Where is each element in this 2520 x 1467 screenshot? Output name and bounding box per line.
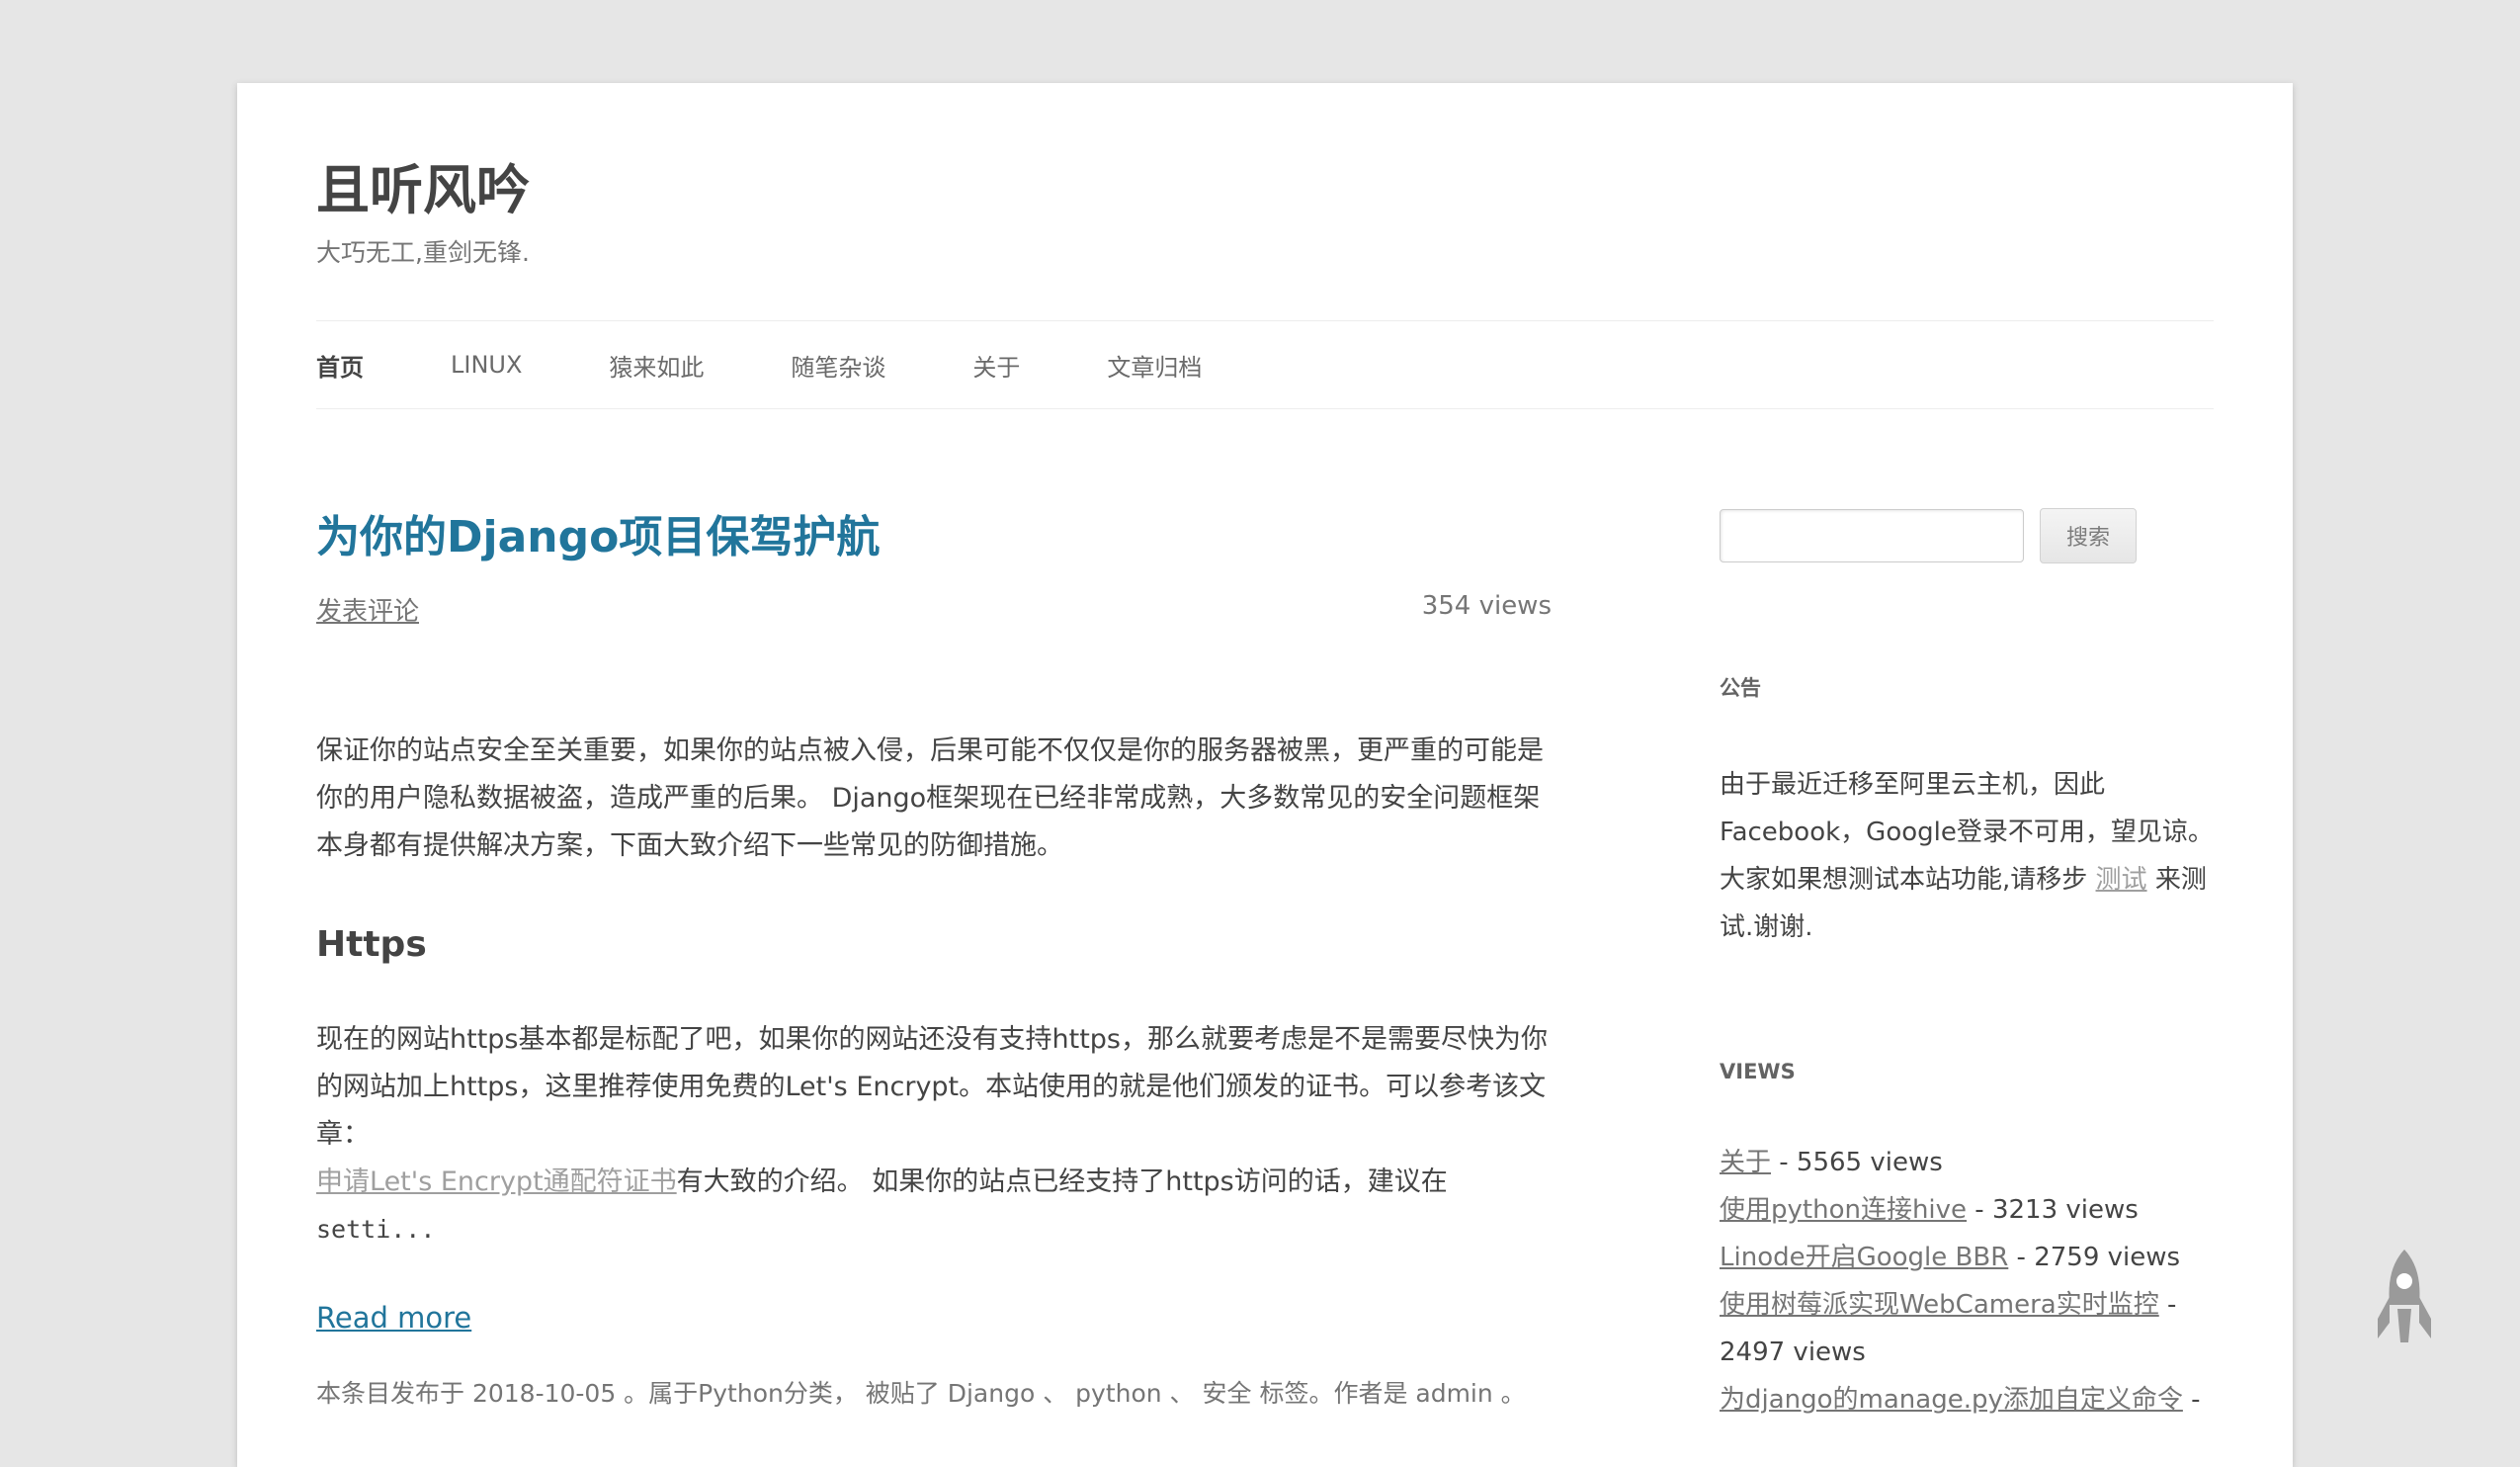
views-list-item: 为django的manage.py添加自定义命令 - — [1720, 1376, 2224, 1424]
section-heading: Https — [316, 924, 427, 965]
entry-footer: 本条目发布于 2018-10-05 。属于Python分类， 被贴了 Djang… — [316, 1379, 1526, 1408]
letsencrypt-article-link[interactable]: 申请Let's Encrypt通配符证书 — [316, 1166, 677, 1197]
site-description: 大巧无工,重剑无锋. — [316, 238, 530, 267]
views-item-link[interactable]: 为django的manage.py添加自定义命令 — [1720, 1385, 2183, 1415]
notice-text: 由于最近迁移至阿里云主机，因此Facebook，Google登录不可用，望见谅。… — [1720, 761, 2224, 951]
views-list-item: 关于 - 5565 views — [1720, 1139, 2224, 1186]
views-list-item: Linode开启Google BBR - 2759 views — [1720, 1234, 2224, 1281]
views-list: 关于 - 5565 views 使用python连接hive - 3213 vi… — [1720, 1139, 2224, 1424]
views-item-count: - 2759 views — [2008, 1243, 2181, 1272]
sidebar: 搜索 公告 由于最近迁移至阿里云主机，因此Facebook，Google登录不可… — [1720, 508, 2224, 1424]
views-list-item: 使用树莓派实现WebCamera实时监控 - 2497 views — [1720, 1281, 2224, 1376]
comment-link[interactable]: 发表评论 — [316, 591, 419, 628]
views-item-link[interactable]: Linode开启Google BBR — [1720, 1243, 2008, 1272]
section-paragraph: 现在的网站https基本都是标配了吧，如果你的网站还没有支持https，那么就要… — [316, 1016, 1552, 1253]
post-view-count: 354 views — [1421, 591, 1552, 621]
nav-item-archives[interactable]: 文章归档 — [1107, 348, 1202, 383]
page-container: 且听风吟 大巧无工,重剑无锋. 首页 LINUX 猿来如此 随笔杂谈 关于 文章… — [237, 83, 2293, 1467]
site-title[interactable]: 且听风吟 — [316, 146, 530, 224]
nav-item-essays[interactable]: 随笔杂谈 — [791, 348, 885, 383]
back-to-top-rocket-graphic — [2378, 1250, 2431, 1342]
views-widget-title: VIEWS — [1720, 1060, 1796, 1083]
nav-item-about[interactable]: 关于 — [972, 348, 1020, 383]
notice-test-link[interactable]: 测试 — [2096, 865, 2147, 895]
views-item-link[interactable]: 关于 — [1720, 1148, 1771, 1177]
code-fragment: setti... — [316, 1215, 436, 1244]
section-text-before-link: 现在的网站https基本都是标配了吧，如果你的网站还没有支持https，那么就要… — [316, 1024, 1548, 1150]
post-intro: 保证你的站点安全至关重要，如果你的站点被入侵，后果可能不仅仅是你的服务器被黑，更… — [316, 735, 1544, 861]
views-item-count: - — [2182, 1385, 2201, 1415]
views-list-item: 使用python连接hive - 3213 views — [1720, 1186, 2224, 1234]
search-input[interactable] — [1720, 509, 2024, 562]
nav-item-home[interactable]: 首页 — [316, 348, 364, 383]
views-item-count: - 5565 views — [1771, 1148, 1943, 1177]
views-item-link[interactable]: 使用python连接hive — [1720, 1195, 1967, 1225]
nav-item-yuanlairuci[interactable]: 猿来如此 — [609, 348, 704, 383]
main-navigation: 首页 LINUX 猿来如此 随笔杂谈 关于 文章归档 — [316, 320, 2214, 409]
post-title[interactable]: 为你的Django项目保驾护航 — [316, 498, 1552, 577]
nav-item-linux[interactable]: LINUX — [451, 351, 522, 379]
post-article: 为你的Django项目保驾护航 发表评论 354 views 保证你的站点安全至… — [316, 498, 1552, 1410]
search-button[interactable]: 搜索 — [2040, 508, 2138, 563]
section-text-after-link: 有大致的介绍。 如果你的站点已经支持了https访问的话，建议在 — [676, 1166, 1448, 1197]
views-item-link[interactable]: 使用树莓派实现WebCamera实时监控 — [1720, 1290, 2159, 1320]
rocket-icon[interactable] — [2376, 1248, 2433, 1346]
read-more-link[interactable]: Read more — [316, 1301, 471, 1335]
notice-widget-title: 公告 — [1720, 676, 1761, 700]
views-item-count: - 3213 views — [1967, 1195, 2139, 1225]
post-meta: 发表评论 354 views — [316, 591, 1552, 631]
search-form: 搜索 — [1720, 508, 2224, 563]
